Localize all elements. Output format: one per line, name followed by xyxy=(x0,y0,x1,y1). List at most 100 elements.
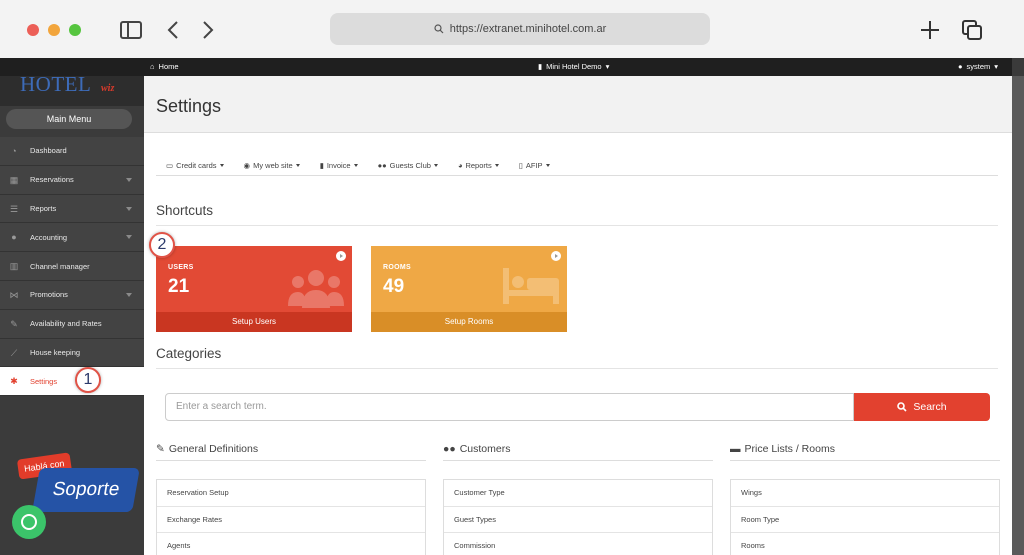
tab-my-web-site[interactable]: ◉ My web site xyxy=(244,161,300,170)
tab-reports[interactable]: ◕ Reports xyxy=(458,161,499,170)
list-item[interactable]: Wings xyxy=(731,480,999,507)
list-item[interactable]: Exchange Rates xyxy=(157,507,425,533)
sidebar-menu: ◔ Dashboard ▦ Reservations ☰ Reports ● A… xyxy=(0,137,144,397)
price-lists-rooms-column: ▬ Price Lists / Rooms Wings Room Type Ro… xyxy=(730,443,1000,555)
list-item[interactable]: Rooms xyxy=(731,533,999,555)
chat-button[interactable] xyxy=(12,505,46,539)
support-soporte-label: Soporte xyxy=(32,468,140,512)
credit-card-icon: ▭ xyxy=(166,161,174,170)
list-item[interactable]: Agents xyxy=(157,533,425,555)
page-header: Settings xyxy=(144,76,1012,133)
hotel-selector-label: Mini Hotel Demo xyxy=(546,62,602,71)
chevron-down-icon xyxy=(295,164,300,167)
accounting-icon: ● xyxy=(11,232,17,243)
sidebar-item-reports[interactable]: ☰ Reports xyxy=(0,194,144,224)
user-menu[interactable]: ● system ▾ xyxy=(958,62,998,71)
customers-column: ●● Customers Customer Type Guest Types C… xyxy=(443,443,713,555)
play-icon xyxy=(551,251,561,261)
setup-rooms-link[interactable]: Setup Rooms xyxy=(371,312,567,332)
nav-home[interactable]: ⌂ Home xyxy=(150,62,179,71)
search-button-label: Search xyxy=(913,401,947,413)
minimize-window-button[interactable] xyxy=(48,24,60,36)
sidebar-item-settings[interactable]: ✱ Settings xyxy=(0,367,144,397)
chevron-down-icon: ▾ xyxy=(605,62,610,71)
chevron-down-icon xyxy=(494,164,499,167)
sidebar-item-label: Reservations xyxy=(30,175,74,185)
chevron-down-icon xyxy=(433,164,438,167)
setup-users-link[interactable]: Setup Users xyxy=(156,312,352,332)
rooms-card-count: 49 xyxy=(383,276,405,297)
users-icon: ●● xyxy=(377,161,387,170)
chevron-down-icon xyxy=(126,292,132,297)
url-text: https://extranet.minihotel.com.ar xyxy=(449,23,607,35)
pie-chart-icon: ◕ xyxy=(457,161,463,170)
tab-invoice[interactable]: ▮ Invoice xyxy=(320,161,358,170)
back-icon[interactable] xyxy=(162,18,186,42)
list-item[interactable]: Commission xyxy=(444,533,712,555)
bed-icon: ▬ xyxy=(730,443,741,455)
users-icon: ●● xyxy=(443,443,456,455)
search-icon xyxy=(897,402,907,412)
sidebar-item-availability[interactable]: ✎ Availability and Rates xyxy=(0,309,144,339)
chat-icon xyxy=(21,514,37,530)
pencil-icon: ✎ xyxy=(10,318,18,329)
tab-label: My web site xyxy=(253,161,293,170)
channel-icon: ▥ xyxy=(9,261,19,272)
sidebar-item-label: Promotions xyxy=(30,290,68,300)
sidebar-item-housekeeping[interactable]: ⟋ House keeping xyxy=(0,338,144,368)
category-list: Wings Room Type Rooms xyxy=(730,479,1000,555)
maximize-window-button[interactable] xyxy=(69,24,81,36)
tab-credit-cards[interactable]: ▭ Credit cards xyxy=(166,161,224,170)
page-scrollbar[interactable] xyxy=(1012,76,1024,555)
column-heading-label: Price Lists / Rooms xyxy=(744,443,835,455)
main-menu-button[interactable]: Main Menu xyxy=(6,109,132,129)
users-card-title: USERS xyxy=(168,264,194,271)
logo-wiz: wiz xyxy=(101,83,115,94)
chevron-down-icon xyxy=(126,177,132,182)
rooms-card-title: ROOMS xyxy=(383,264,411,271)
sidebar-item-promotions[interactable]: ⋈ Promotions xyxy=(0,280,144,310)
search-icon xyxy=(434,24,444,34)
page-title: Settings xyxy=(156,96,222,116)
column-heading-label: Customers xyxy=(459,443,511,455)
list-item[interactable]: Reservation Setup xyxy=(157,480,425,507)
tab-guests-club[interactable]: ●● Guests Club xyxy=(378,161,438,170)
close-window-button[interactable] xyxy=(27,24,39,36)
sidebar-item-label: Settings xyxy=(30,376,58,386)
chevron-down-icon: ▾ xyxy=(994,62,999,71)
chevron-down-icon xyxy=(353,164,358,167)
sidebar-item-label: Channel manager xyxy=(30,261,90,271)
callout-two: 2 xyxy=(149,232,175,258)
column-heading: ✎ General Definitions xyxy=(156,443,426,461)
tab-label: Guests Club xyxy=(389,161,431,170)
rooms-shortcut-card[interactable]: ROOMS 49 Setup Rooms xyxy=(371,246,567,332)
category-search-input[interactable]: Enter a search term. xyxy=(165,393,854,421)
list-item[interactable]: Guest Types xyxy=(444,507,712,533)
sidebar-item-label: Accounting xyxy=(30,232,68,242)
dashboard-icon: ◔ xyxy=(11,146,17,156)
tab-afip[interactable]: ▯ AFIP xyxy=(519,161,550,170)
users-shortcut-card[interactable]: USERS 21 Setup Users xyxy=(156,246,352,332)
sidebar-item-dashboard[interactable]: ◔ Dashboard xyxy=(0,137,144,166)
hotel-selector[interactable]: ▮ Mini Hotel Demo ▾ xyxy=(538,62,609,71)
address-bar[interactable]: https://extranet.minihotel.com.ar xyxy=(330,13,710,45)
sidebar-item-accounting[interactable]: ● Accounting xyxy=(0,223,144,253)
tabs-overview-icon[interactable] xyxy=(960,18,984,42)
sidebar-item-channel-manager[interactable]: ▥ Channel manager xyxy=(0,252,144,281)
chevron-down-icon xyxy=(219,164,224,167)
sidebar-toggle-icon[interactable] xyxy=(119,18,143,42)
tab-label: Reports xyxy=(465,161,492,170)
bed-icon xyxy=(503,268,559,304)
tab-label: AFIP xyxy=(525,161,543,170)
list-item[interactable]: Room Type xyxy=(731,507,999,533)
forward-icon[interactable] xyxy=(195,18,219,42)
list-item[interactable]: Customer Type xyxy=(444,480,712,507)
main-content: Settings ▭ Credit cards ◉ My web site ▮ … xyxy=(144,76,1012,555)
reservations-icon: ▦ xyxy=(9,174,19,185)
play-icon xyxy=(336,251,346,261)
new-tab-icon[interactable] xyxy=(918,18,942,42)
sidebar-item-label: Dashboard xyxy=(30,146,67,156)
sidebar-item-reservations[interactable]: ▦ Reservations xyxy=(0,165,144,195)
chevron-down-icon xyxy=(545,164,550,167)
search-button[interactable]: Search xyxy=(854,393,990,421)
